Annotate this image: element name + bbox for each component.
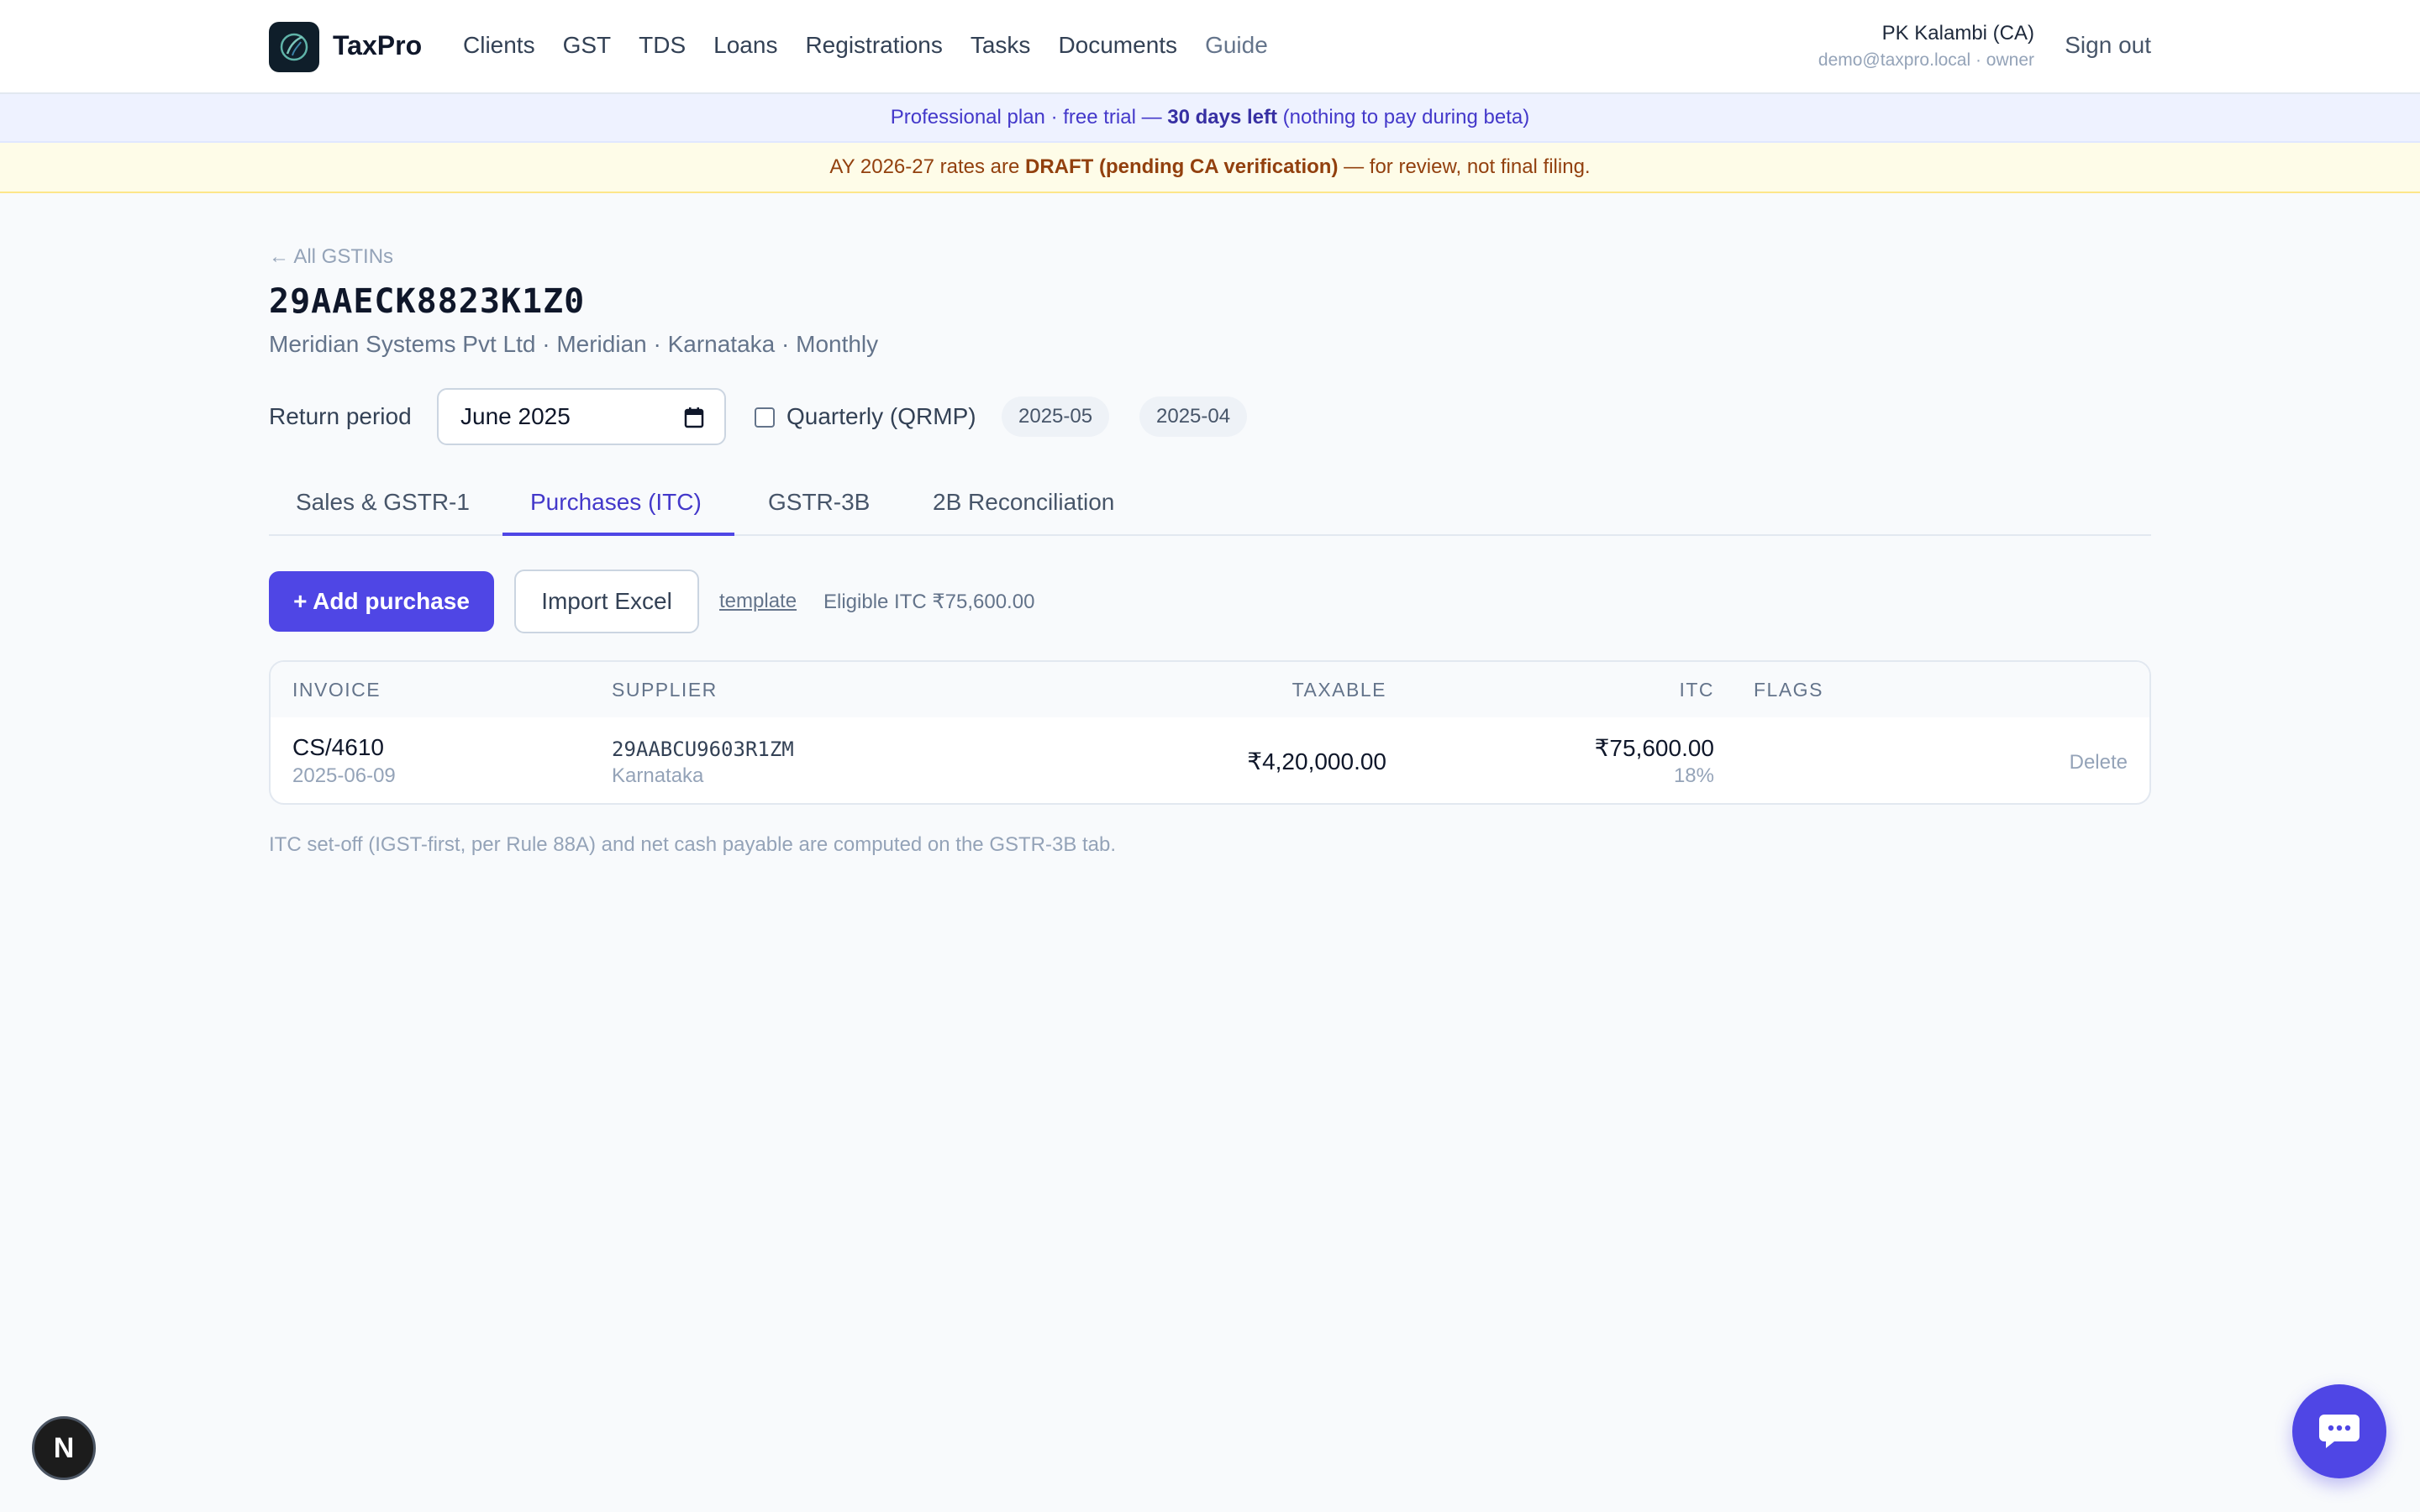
plan-banner-prefix: Professional plan · free trial — — [890, 106, 1162, 129]
qrmp-label[interactable]: Quarterly (QRMP) — [786, 403, 976, 430]
tab-sales-gstr1[interactable]: Sales & GSTR-1 — [296, 489, 470, 516]
back-to-gstins-link[interactable]: ← All GSTINs — [269, 245, 393, 269]
user-info: PK Kalambi (CA) demo@taxpro.local · owne… — [1818, 22, 2034, 71]
header-flags: FLAGS — [1754, 679, 1823, 701]
eligible-itc-summary: Eligible ITC ₹75,600.00 — [823, 591, 1035, 613]
draft-banner-prefix: AY 2026-27 rates are — [829, 155, 1020, 178]
table-header: INVOICE SUPPLIER TAXABLE ITC FLAGS — [271, 662, 2149, 717]
nav-documents[interactable]: Documents — [1058, 32, 1177, 59]
header-invoice: INVOICE — [292, 679, 381, 701]
nav-tds[interactable]: TDS — [639, 32, 686, 59]
chat-bubble-icon — [2319, 1415, 2360, 1448]
nav-loans[interactable]: Loans — [713, 32, 777, 59]
draft-status: DRAFT (pending CA verification) — [1025, 155, 1339, 178]
supplier-gstin: 29AABCU9603R1ZM — [612, 738, 794, 761]
draft-rates-banner: AY 2026-27 rates are DRAFT (pending CA v… — [0, 143, 2420, 193]
add-purchase-button[interactable]: + Add purchase — [269, 571, 494, 632]
taxable-value: ₹4,20,000.00 — [1247, 748, 1386, 774]
delete-row-button[interactable]: Delete — [2070, 751, 2128, 774]
nav-tasks[interactable]: Tasks — [971, 32, 1031, 59]
active-tab-indicator — [502, 533, 734, 536]
template-download-link[interactable]: template — [719, 590, 797, 613]
draft-banner-suffix: — for review, not final filing. — [1344, 155, 1591, 178]
gst-tabs: Sales & GSTR-1 Purchases (ITC) GSTR-3B 2… — [269, 470, 2151, 536]
return-period-label: Return period — [269, 403, 412, 429]
header-itc: ITC — [1679, 679, 1714, 701]
user-name: PK Kalambi (CA) — [1881, 22, 2034, 45]
calendar-icon[interactable] — [684, 407, 704, 428]
plan-days-left: 30 days left — [1167, 106, 1277, 129]
chat-button[interactable] — [2292, 1384, 2386, 1478]
import-excel-button[interactable]: Import Excel — [514, 570, 699, 633]
tab-2b-reconciliation[interactable]: 2B Reconciliation — [933, 489, 1114, 516]
return-period-input[interactable]: June 2025 — [437, 388, 726, 445]
dev-tools-badge[interactable]: N — [32, 1416, 96, 1480]
main-nav: Clients GST TDS Loans Registrations Task… — [463, 32, 1296, 59]
invoice-date: 2025-06-09 — [292, 764, 396, 787]
supplier-state: Karnataka — [612, 764, 704, 787]
sign-out-button[interactable]: Sign out — [2065, 32, 2151, 59]
gstin-subtitle: Meridian Systems Pvt Ltd · Meridian · Ka… — [269, 331, 879, 357]
header-supplier: SUPPLIER — [612, 679, 718, 701]
tab-purchases-itc[interactable]: Purchases (ITC) — [530, 489, 702, 516]
period-chip-2025-04[interactable]: 2025-04 — [1139, 396, 1248, 437]
plan-banner: Professional plan · free trial — 30 days… — [0, 94, 2420, 143]
nav-registrations[interactable]: Registrations — [805, 32, 942, 59]
brand-name[interactable]: TaxPro — [333, 30, 422, 61]
itc-rate: 18% — [1673, 764, 1714, 787]
purchases-table: INVOICE SUPPLIER TAXABLE ITC FLAGS CS/46… — [269, 660, 2151, 805]
itc-footnote: ITC set-off (IGST-first, per Rule 88A) a… — [269, 833, 1117, 856]
itc-amount: ₹75,600.00 — [1594, 735, 1714, 761]
user-email-role: demo@taxpro.local · owner — [1818, 50, 2034, 70]
return-period-value: June 2025 — [460, 403, 571, 429]
nav-clients[interactable]: Clients — [463, 32, 535, 59]
logo-mark-icon — [280, 33, 308, 61]
top-navbar: TaxPro Clients GST TDS Loans Registratio… — [0, 0, 2420, 94]
period-chip-2025-05[interactable]: 2025-05 — [1002, 396, 1110, 437]
nav-guide[interactable]: Guide — [1205, 32, 1268, 59]
plan-banner-suffix: (nothing to pay during beta) — [1282, 106, 1530, 129]
taxpro-logo-icon[interactable] — [269, 22, 319, 72]
page-title-gstin: 29AAECK8823K1Z0 — [269, 282, 586, 321]
nav-gst[interactable]: GST — [563, 32, 612, 59]
invoice-number: CS/4610 — [292, 734, 384, 760]
qrmp-checkbox[interactable] — [755, 407, 775, 428]
tab-gstr3b[interactable]: GSTR-3B — [768, 489, 870, 516]
header-taxable: TAXABLE — [1292, 679, 1386, 701]
